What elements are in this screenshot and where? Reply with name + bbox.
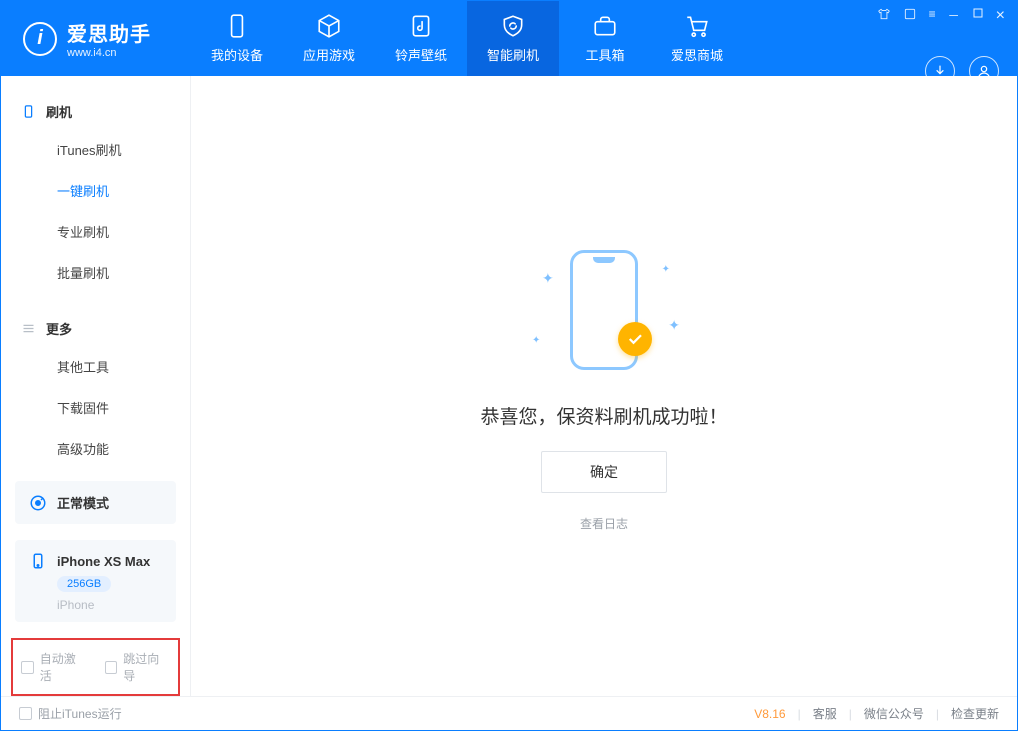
sparkle-icon: ✦ [532, 335, 540, 346]
minimize-icon[interactable]: － [948, 7, 960, 25]
device-card[interactable]: iPhone XS Max 256GB iPhone [15, 540, 176, 622]
nav-label: 工具箱 [585, 45, 624, 64]
view-log-link[interactable]: 查看日志 [580, 515, 628, 532]
sidebar: 刷机 iTunes刷机 一键刷机 专业刷机 批量刷机 更多 其他工具 下载固件 [1, 76, 191, 696]
sidebar-title-flash: 刷机 [1, 94, 190, 129]
music-file-icon [408, 13, 434, 39]
nav-label: 铃声壁纸 [395, 45, 447, 64]
toolbox-icon [592, 13, 618, 39]
footer-right: V8.16 | 客服 | 微信公众号 | 检查更新 [754, 705, 999, 722]
nav-label: 智能刷机 [487, 45, 539, 64]
app-window: i 爱思助手 www.i4.cn 我的设备 应用游戏 铃声壁纸 智能刷机 [0, 0, 1018, 731]
sparkle-icon: ✦ [542, 270, 554, 287]
footer: 阻止iTunes运行 V8.16 | 客服 | 微信公众号 | 检查更新 [1, 696, 1017, 730]
checkbox-label: 跳过向导 [123, 650, 170, 684]
sidebar-title-label: 更多 [46, 319, 72, 338]
checkbox-icon [21, 661, 34, 674]
brand-url: www.i4.cn [67, 47, 151, 59]
footer-update-link[interactable]: 检查更新 [951, 705, 999, 722]
sidebar-item-other-tools[interactable]: 其他工具 [1, 346, 190, 387]
mode-card[interactable]: 正常模式 [15, 481, 176, 524]
list-icon [21, 321, 36, 336]
nav-apps-games[interactable]: 应用游戏 [283, 1, 375, 76]
close-icon[interactable]: × [996, 7, 1005, 25]
skin-icon[interactable] [903, 7, 917, 21]
device-type: iPhone [57, 598, 94, 612]
nav-label: 爱思商城 [671, 45, 723, 64]
sparkle-icon: ✦ [662, 264, 670, 275]
checkbox-auto-activate[interactable]: 自动激活 [21, 650, 87, 684]
device-phone-icon [29, 552, 47, 570]
refresh-shield-icon [500, 13, 526, 39]
mode-label: 正常模式 [57, 493, 109, 512]
sidebar-title-label: 刷机 [46, 102, 72, 121]
sidebar-item-download-firmware[interactable]: 下载固件 [1, 387, 190, 428]
sparkle-icon: ✦ [668, 317, 680, 334]
sidebar-item-batch-flash[interactable]: 批量刷机 [1, 252, 190, 293]
nav-toolbox[interactable]: 工具箱 [559, 1, 651, 76]
sidebar-item-oneclick-flash[interactable]: 一键刷机 [1, 170, 190, 211]
sidebar-item-pro-flash[interactable]: 专业刷机 [1, 211, 190, 252]
logo-icon: i [23, 22, 57, 56]
checkbox-icon [105, 661, 118, 674]
user-button[interactable] [969, 56, 999, 86]
cube-icon [316, 13, 342, 39]
phone-icon [21, 104, 36, 119]
device-name: iPhone XS Max [57, 554, 150, 569]
cart-icon [684, 13, 710, 39]
header: i 爱思助手 www.i4.cn 我的设备 应用游戏 铃声壁纸 智能刷机 [1, 1, 1017, 76]
nav-my-device[interactable]: 我的设备 [191, 1, 283, 76]
main-content: ✦ ✦ ✦ ✦ 恭喜您，保资料刷机成功啦！ 确定 查看日志 [191, 76, 1017, 696]
body: 刷机 iTunes刷机 一键刷机 专业刷机 批量刷机 更多 其他工具 下载固件 [1, 76, 1017, 696]
nav-ringtone-wallpaper[interactable]: 铃声壁纸 [375, 1, 467, 76]
download-button[interactable] [925, 56, 955, 86]
checkbox-skip-guide[interactable]: 跳过向导 [105, 650, 171, 684]
success-message: 恭喜您，保资料刷机成功啦！ [480, 402, 727, 429]
version-label: V8.16 [754, 707, 785, 721]
checkbox-icon [19, 707, 32, 720]
sidebar-section-more: 更多 其他工具 下载固件 高级功能 [1, 293, 190, 469]
nav-label: 我的设备 [211, 45, 263, 64]
menu-icon[interactable]: ≡ [929, 7, 936, 25]
sidebar-section-flash: 刷机 iTunes刷机 一键刷机 专业刷机 批量刷机 [1, 76, 190, 293]
mode-icon [29, 494, 47, 512]
footer-wechat-link[interactable]: 微信公众号 [864, 705, 924, 722]
device-storage-badge: 256GB [57, 576, 111, 592]
nav-store[interactable]: 爱思商城 [651, 1, 743, 76]
window-controls: ≡ － × [877, 7, 1005, 25]
sidebar-title-more: 更多 [1, 311, 190, 346]
checkbox-block-itunes[interactable]: 阻止iTunes运行 [19, 705, 122, 722]
brand-name: 爱思助手 [67, 18, 151, 47]
logo-text: 爱思助手 www.i4.cn [67, 18, 151, 59]
sidebar-item-advanced[interactable]: 高级功能 [1, 428, 190, 469]
logo: i 爱思助手 www.i4.cn [1, 18, 191, 59]
options-row: 自动激活 跳过向导 [11, 638, 180, 696]
success-illustration: ✦ ✦ ✦ ✦ [514, 240, 694, 380]
header-actions [925, 33, 999, 108]
top-nav: 我的设备 应用游戏 铃声壁纸 智能刷机 工具箱 爱思商城 [191, 1, 743, 76]
checkbox-label: 自动激活 [40, 650, 87, 684]
device-icon [224, 13, 250, 39]
ok-button[interactable]: 确定 [541, 451, 667, 493]
checkbox-label: 阻止iTunes运行 [38, 705, 122, 722]
maximize-icon[interactable] [972, 7, 984, 19]
footer-support-link[interactable]: 客服 [813, 705, 837, 722]
shirt-icon[interactable] [877, 7, 891, 21]
sidebar-item-itunes-flash[interactable]: iTunes刷机 [1, 129, 190, 170]
nav-label: 应用游戏 [303, 45, 355, 64]
nav-smart-flash[interactable]: 智能刷机 [467, 1, 559, 76]
check-badge-icon [618, 322, 652, 356]
